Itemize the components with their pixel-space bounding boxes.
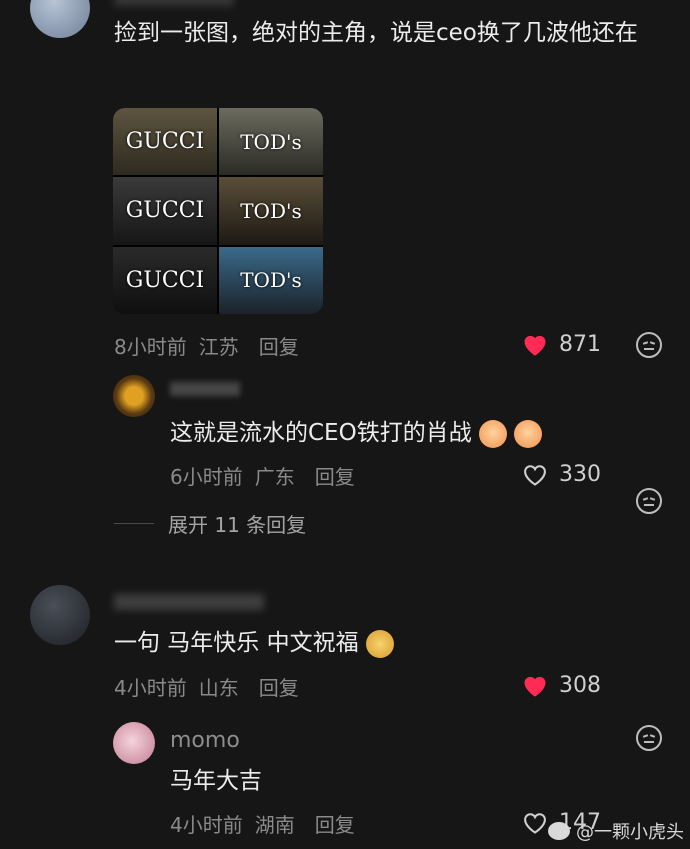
crying-face-icon [479,419,508,448]
avatar[interactable] [113,375,155,417]
comment-location: 江苏 [198,335,239,359]
comment-meta: 4小时前 湖南 回复 [170,809,355,838]
crying-face-icon [514,419,543,448]
image-label: TOD's [240,129,302,154]
comment-time: 4小时前 [170,813,243,837]
avatar[interactable] [113,722,155,764]
heart-filled-icon [524,335,546,356]
image-label: GUCCI [125,267,205,293]
comment-time: 8小时前 [114,335,187,359]
image-tile: TOD's [219,108,323,176]
like-count: 330 [559,461,601,487]
reply-button[interactable]: 回复 [315,461,355,490]
heart-outline-icon [524,813,546,834]
comment-author[interactable] [170,382,240,396]
comment-image[interactable]: GUCCI TOD's GUCCI TOD's GUCCI TOD's [113,108,323,314]
image-tile: TOD's [219,177,323,245]
comment-author[interactable]: momo [170,728,240,753]
expand-label: 展开 11 条回复 [168,513,307,537]
dog-face-icon [365,629,394,658]
like-button[interactable]: 330 [521,461,601,487]
image-label: GUCCI [125,129,205,155]
like-count: 871 [559,331,601,357]
comment-meta: 8小时前 江苏 回复 [114,331,299,360]
image-label: TOD's [240,268,302,293]
image-tile: TOD's [219,246,323,314]
comment-text-content: 一句 马年快乐 中文祝福 [114,630,359,656]
comment-time: 4小时前 [114,676,187,700]
watermark-text: @一颗小虎头 [576,822,684,843]
dislike-icon[interactable] [636,488,662,514]
expand-replies-button[interactable]: 展开 11 条回复 [114,509,306,538]
comment-text: 捡到一张图，绝对的主角，说是ceo换了几波他还在 [114,20,638,46]
avatar[interactable] [30,585,90,645]
comment-author[interactable] [114,594,264,610]
image-tile: GUCCI [113,246,217,314]
reply-button[interactable]: 回复 [259,331,299,360]
image-tile: GUCCI [113,177,217,245]
image-label: TOD's [240,198,302,223]
reply-button[interactable]: 回复 [259,672,299,701]
comment-meta: 6小时前 广东 回复 [170,461,355,490]
comment-time: 6小时前 [170,465,243,489]
comment-text: 马年大吉 [170,768,262,794]
watermark: @一颗小虎头 [548,818,684,844]
like-button[interactable]: 308 [521,672,601,698]
weibo-logo-icon [548,822,570,840]
comment-text-content: 这就是流水的CEO铁打的肖战 [170,420,472,446]
heart-outline-icon [524,465,546,486]
comment-text: 这就是流水的CEO铁打的肖战 [170,414,543,452]
avatar[interactable] [30,0,90,38]
comment-meta: 4小时前 山东 回复 [114,672,299,701]
dislike-icon[interactable] [636,332,662,358]
heart-filled-icon [524,676,546,697]
divider [114,523,154,524]
comment-location: 湖南 [254,813,295,837]
comment-author[interactable] [114,0,234,6]
like-count: 308 [559,672,601,698]
comment-location: 山东 [198,676,239,700]
reply-button[interactable]: 回复 [315,809,355,838]
image-tile: GUCCI [113,108,217,176]
dislike-icon[interactable] [636,725,662,751]
comment-location: 广东 [254,465,295,489]
image-label: GUCCI [125,198,205,224]
like-button[interactable]: 871 [521,331,601,357]
comment-text: 一句 马年快乐 中文祝福 [114,624,394,662]
